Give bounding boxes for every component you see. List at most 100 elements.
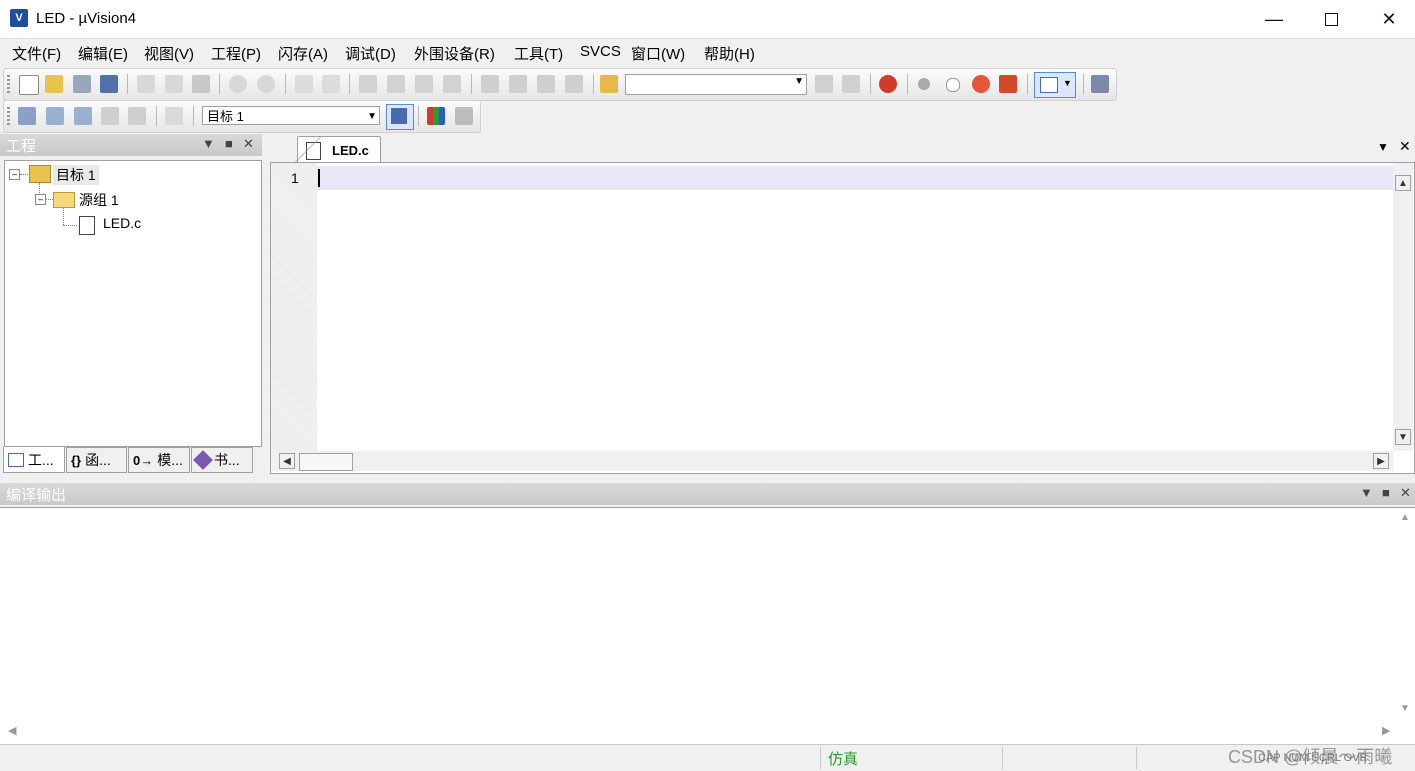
manage-components-icon[interactable] (427, 107, 445, 125)
scroll-left-icon[interactable]: ◀ (279, 453, 295, 469)
menu-file[interactable]: 文件(F) (12, 43, 61, 64)
menu-edit[interactable]: 编辑(E) (78, 43, 128, 64)
breakpoint-enable-icon[interactable] (946, 78, 960, 92)
translate-icon[interactable] (18, 107, 36, 125)
scroll-down-icon[interactable]: ▼ (1400, 703, 1410, 714)
scroll-left-icon[interactable]: ◀ (8, 724, 16, 737)
uncomment-icon[interactable] (565, 75, 583, 93)
collapse-icon[interactable]: – (9, 169, 20, 180)
editor-vertical-scrollbar[interactable]: ▲ ▼ (1393, 163, 1413, 451)
bookmark-next-icon[interactable] (415, 75, 433, 93)
wrench-icon[interactable] (1091, 75, 1109, 93)
redo-icon[interactable] (257, 75, 275, 93)
bookmark-previous-icon[interactable] (387, 75, 405, 93)
close-window-button[interactable]: ✕ (1360, 0, 1415, 38)
toolbar-grip[interactable] (7, 107, 10, 125)
indent-icon[interactable] (481, 75, 499, 93)
close-icon[interactable]: ✕ (1400, 485, 1411, 501)
chevron-down-icon: ▼ (1063, 78, 1072, 88)
find-combo[interactable]: ▼ (625, 74, 807, 95)
open-folder-icon[interactable] (45, 75, 63, 93)
title-bar: V LED - µVision4 — ✕ (0, 0, 1415, 39)
toolbar-grip[interactable] (7, 75, 10, 93)
target-options-button[interactable] (386, 104, 414, 130)
paste-icon[interactable] (192, 75, 210, 93)
breakpoint-disable-all-icon[interactable] (972, 75, 990, 93)
navigate-forward-icon[interactable] (322, 75, 340, 93)
unindent-icon[interactable] (509, 75, 527, 93)
collapse-icon[interactable]: – (35, 194, 46, 205)
build-output-area[interactable] (0, 507, 1415, 745)
menu-svcs[interactable]: SVCS (580, 43, 621, 60)
scroll-up-icon[interactable]: ▲ (1400, 512, 1410, 523)
close-icon[interactable]: ✕ (1399, 138, 1411, 155)
tree-item-target[interactable]: 目标 1 (53, 165, 99, 185)
tab-templates[interactable]: 0→ 模... (128, 447, 190, 473)
cut-icon[interactable] (137, 75, 155, 93)
status-separator (1002, 747, 1003, 769)
status-separator (1136, 747, 1137, 769)
status-separator (820, 747, 821, 769)
target-select-value: 目标 1 (207, 109, 244, 124)
bookmark-clear-icon[interactable] (443, 75, 461, 93)
menu-debug[interactable]: 调试(D) (345, 43, 396, 64)
breakpoint-insert-icon[interactable] (918, 78, 930, 90)
tree-item-led-c[interactable]: LED.c (103, 215, 141, 231)
close-icon[interactable]: ✕ (243, 136, 254, 152)
batch-build-icon[interactable] (101, 107, 119, 125)
find-in-files-icon[interactable] (600, 75, 618, 93)
pin-icon[interactable]: ■ (225, 136, 233, 151)
scroll-up-icon[interactable]: ▲ (1395, 175, 1411, 191)
tree-item-source-group[interactable]: 源组 1 (79, 190, 119, 210)
scroll-right-icon[interactable]: ▶ (1382, 724, 1390, 737)
rebuild-icon[interactable] (74, 107, 92, 125)
new-file-icon[interactable] (19, 75, 39, 95)
find-icon[interactable] (815, 75, 833, 93)
menu-tools[interactable]: 工具(T) (514, 43, 563, 64)
chevron-down-icon[interactable]: ▼ (202, 136, 215, 151)
maximize-icon (1324, 12, 1338, 26)
breakpoint-kill-all-icon[interactable] (999, 75, 1017, 93)
stop-build-icon[interactable] (128, 107, 146, 125)
menu-window[interactable]: 窗口(W) (631, 43, 685, 64)
menu-project[interactable]: 工程(P) (211, 43, 261, 64)
menu-peripherals[interactable]: 外围设备(R) (414, 43, 495, 64)
bookmark-toggle-icon[interactable] (359, 75, 377, 93)
menu-help[interactable]: 帮助(H) (704, 43, 755, 64)
code-editor[interactable] (270, 162, 1415, 474)
download-load-icon[interactable] (165, 107, 183, 125)
save-icon[interactable] (73, 75, 91, 93)
scroll-thumb[interactable] (299, 453, 353, 471)
maximize-button[interactable] (1302, 0, 1360, 38)
chevron-down-icon[interactable]: ▼ (1360, 485, 1373, 500)
debug-start-icon[interactable] (879, 75, 897, 93)
simulation-mode-status: 仿真 (828, 751, 859, 768)
navigate-back-icon[interactable] (295, 75, 313, 93)
tab-functions[interactable]: {} 函... (66, 447, 127, 473)
undo-icon[interactable] (229, 75, 247, 93)
save-all-icon[interactable] (100, 75, 118, 93)
select-packs-icon[interactable] (455, 107, 473, 125)
magic-wand-icon (391, 108, 407, 124)
template-icon: 0→ (133, 452, 154, 468)
menu-view[interactable]: 视图(V) (144, 43, 194, 64)
copy-icon[interactable] (165, 75, 183, 93)
comment-icon[interactable] (537, 75, 555, 93)
pin-icon[interactable]: ■ (1382, 485, 1390, 500)
scroll-right-icon[interactable]: ▶ (1373, 453, 1389, 469)
target-select[interactable]: 目标 1 ▼ (202, 106, 380, 125)
chevron-down-icon[interactable]: ▼ (1377, 140, 1389, 154)
tree-connector (63, 207, 64, 225)
toolbar-separator (870, 74, 871, 94)
window-layout-button[interactable]: ▼ (1034, 72, 1076, 98)
tab-books[interactable]: 书... (191, 447, 253, 473)
scroll-down-icon[interactable]: ▼ (1395, 429, 1411, 445)
menu-flash[interactable]: 闪存(A) (278, 43, 328, 64)
status-bar: 仿真 CAP NUM SCRL OVR CSDN @倾晨～雨曦 (0, 744, 1415, 771)
build-icon[interactable] (46, 107, 64, 125)
editor-tab-strip: LED.c ▼ ✕ (265, 134, 1415, 163)
incremental-find-icon[interactable] (842, 75, 860, 93)
editor-horizontal-scrollbar[interactable]: ◀ ▶ (271, 451, 1393, 471)
minimize-button[interactable]: — (1245, 0, 1303, 38)
tab-project[interactable]: 工... (3, 447, 65, 473)
